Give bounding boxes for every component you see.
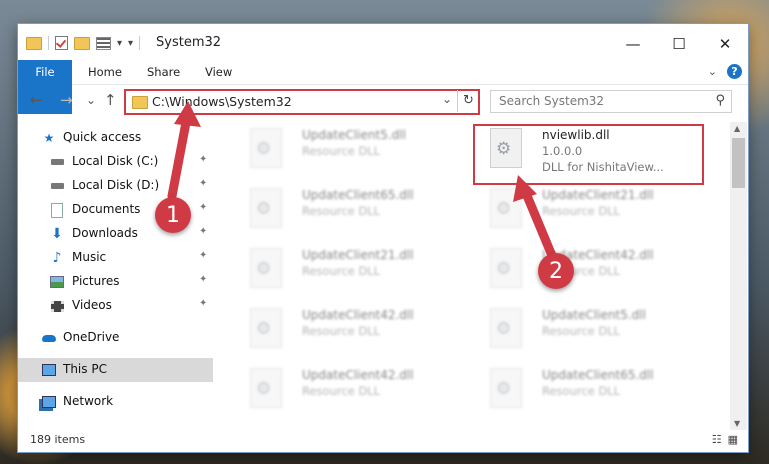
arrow-1-head bbox=[174, 101, 201, 127]
callout-badge-2: 2 bbox=[538, 253, 574, 289]
callout-badge-1: 1 bbox=[155, 197, 191, 233]
arrow-2-head bbox=[513, 175, 537, 202]
annotation-arrows bbox=[167, 101, 558, 263]
